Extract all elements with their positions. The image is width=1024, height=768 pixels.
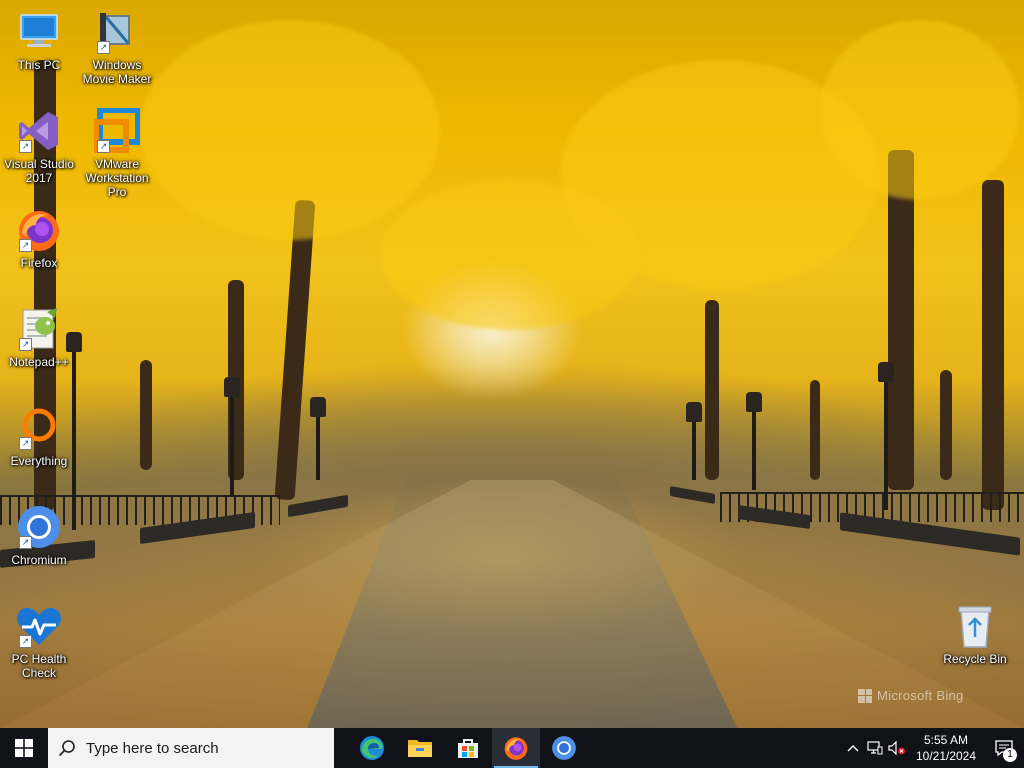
taskbar-search-box[interactable]: Type here to search: [48, 728, 334, 768]
firefox-icon: [504, 737, 528, 760]
desktop-icon-vmware-workstation-pro[interactable]: ↗ VMware Workstation Pro: [79, 107, 155, 199]
icon-label: PC Health Check: [11, 652, 67, 680]
desktop-icon-windows-movie-maker[interactable]: ↗ Windows Movie Maker: [79, 8, 155, 86]
desktop-icon-notepad-plus-plus[interactable]: ↗ Notepad++: [1, 305, 77, 369]
notepad-plus-plus-icon: ↗: [15, 305, 63, 353]
search-icon: [48, 739, 86, 757]
pc-health-check-icon: ↗: [15, 602, 63, 650]
shortcut-arrow-icon: ↗: [97, 41, 110, 54]
icon-label: Recycle Bin: [943, 652, 1007, 666]
chevron-up-icon: [847, 745, 859, 752]
taskbar-app-edge[interactable]: [348, 728, 396, 768]
shortcut-arrow-icon: ↗: [19, 338, 32, 351]
taskbar-app-file-explorer[interactable]: [396, 728, 444, 768]
chromium-icon: ↗: [15, 503, 63, 551]
show-hidden-icons-button[interactable]: [842, 744, 864, 752]
action-center-button[interactable]: 1: [984, 728, 1024, 768]
network-icon: [867, 741, 883, 755]
icon-label: Notepad++: [9, 355, 69, 369]
vmware-icon: ↗: [93, 107, 141, 155]
tree-trunk: [888, 150, 914, 490]
visual-studio-icon: ↗: [15, 107, 63, 155]
search-placeholder: Type here to search: [86, 739, 219, 757]
volume-button[interactable]: [886, 741, 908, 755]
file-explorer-icon: [408, 740, 432, 757]
icon-label: Visual Studio 2017: [4, 157, 74, 185]
recycle-bin-icon: [951, 602, 999, 650]
taskbar-app-firefox[interactable]: [492, 728, 540, 768]
speaker-muted-icon: [888, 741, 905, 755]
desktop-icon-this-pc[interactable]: This PC: [1, 8, 77, 72]
tree-trunk: [810, 380, 820, 480]
everything-search-icon: ↗: [15, 404, 63, 452]
taskbar-app-chromium[interactable]: [540, 728, 588, 768]
tree-foliage: [380, 180, 640, 330]
icon-label: Windows Movie Maker: [82, 58, 152, 86]
icon-label: Chromium: [11, 553, 67, 567]
desktop-icon-everything[interactable]: ↗ Everything: [1, 404, 77, 468]
chromium-icon: [552, 736, 576, 760]
shortcut-arrow-icon: ↗: [19, 239, 32, 252]
microsoft-store-icon: [458, 739, 478, 758]
desktop-icon-visual-studio-2017[interactable]: ↗ Visual Studio 2017: [1, 107, 77, 185]
tree-trunk: [140, 360, 152, 470]
shortcut-arrow-icon: ↗: [19, 140, 32, 153]
tree-foliage: [140, 20, 440, 240]
shortcut-arrow-icon: ↗: [19, 437, 32, 450]
tree-trunk: [705, 300, 719, 480]
icon-label: This PC: [17, 58, 61, 72]
tree-foliage: [820, 20, 1020, 200]
lamp-post: [746, 392, 762, 490]
taskbar-app-microsoft-store[interactable]: [444, 728, 492, 768]
system-tray: 5:55 AM 10/21/2024 1: [842, 728, 1024, 768]
icon-label: Firefox: [20, 256, 58, 270]
desktop-icon-firefox[interactable]: ↗ Firefox: [1, 206, 77, 270]
edge-icon: [360, 736, 384, 760]
network-status-button[interactable]: [864, 741, 886, 755]
taskbar: Type here to search 5:55 AM 10/21/2024 1: [0, 728, 1024, 768]
watermark-text: Microsoft Bing: [877, 688, 964, 703]
desktop-icon-chromium[interactable]: ↗ Chromium: [1, 503, 77, 567]
tree-trunk: [940, 370, 952, 480]
bing-watermark: Microsoft Bing: [858, 688, 964, 703]
clock-date: 10/21/2024: [915, 749, 977, 763]
microsoft-logo-icon: [858, 688, 872, 703]
firefox-icon: ↗: [15, 206, 63, 254]
start-button[interactable]: [0, 728, 48, 768]
notification-badge: 1: [1003, 748, 1017, 762]
shortcut-arrow-icon: ↗: [97, 140, 110, 153]
shortcut-arrow-icon: ↗: [19, 635, 32, 648]
windows-logo-icon: [15, 739, 33, 757]
lamp-post: [310, 397, 326, 480]
movie-maker-icon: ↗: [93, 8, 141, 56]
icon-label: Everything: [10, 454, 68, 468]
icon-label: VMware Workstation Pro: [85, 157, 149, 199]
shortcut-arrow-icon: ↗: [19, 536, 32, 549]
this-pc-icon: [15, 8, 63, 56]
lamp-post: [878, 362, 894, 510]
tree-trunk: [274, 199, 316, 501]
lamp-post: [224, 377, 240, 495]
clock-time: 5:55 AM: [923, 733, 969, 747]
taskbar-clock[interactable]: 5:55 AM 10/21/2024: [908, 732, 984, 764]
lamp-post: [686, 402, 702, 480]
desktop-icon-pc-health-check[interactable]: ↗ PC Health Check: [1, 602, 77, 680]
desktop-icon-recycle-bin[interactable]: Recycle Bin: [937, 602, 1013, 666]
tree-trunk: [982, 180, 1004, 510]
